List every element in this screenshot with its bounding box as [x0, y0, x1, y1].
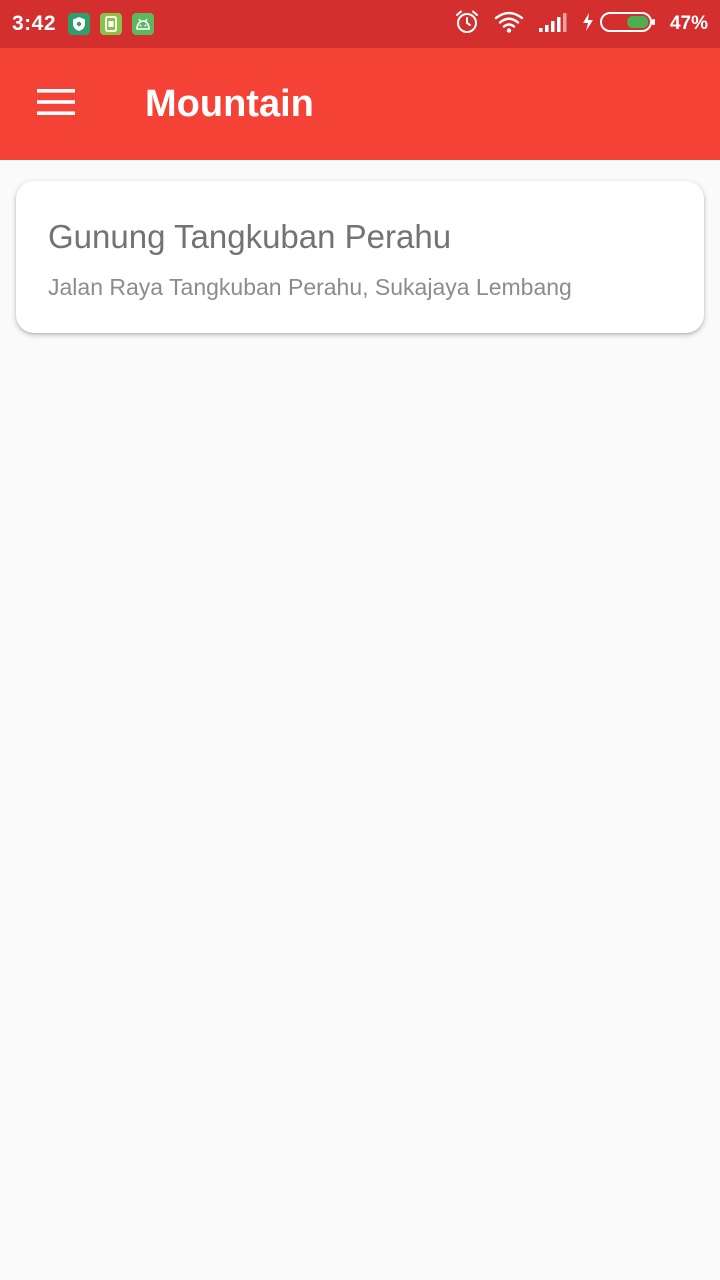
- system-status-icons: 47%: [454, 9, 708, 40]
- android-icon: [132, 13, 155, 35]
- signal-icon: [538, 11, 568, 38]
- status-bar: 3:42 47%: [0, 0, 720, 48]
- status-time: 3:42: [12, 12, 57, 35]
- wifi-icon: [494, 10, 524, 39]
- app-bar: Mountain: [0, 48, 720, 160]
- list-item[interactable]: Gunung Tangkuban Perahu Jalan Raya Tangk…: [16, 181, 704, 333]
- hamburger-menu-icon: [37, 88, 75, 121]
- mountain-address: Jalan Raya Tangkuban Perahu, Sukajaya Le…: [48, 274, 572, 300]
- battery-icon: [599, 11, 656, 38]
- page-title: Mountain: [145, 83, 314, 125]
- shield-icon: [68, 13, 91, 35]
- sim-card-icon: [100, 13, 123, 35]
- charging-icon: [582, 12, 594, 37]
- alarm-icon: [454, 9, 480, 40]
- mountain-name: Gunung Tangkuban Perahu: [48, 218, 452, 255]
- menu-button[interactable]: [26, 76, 86, 132]
- battery-percentage: 47%: [669, 13, 708, 34]
